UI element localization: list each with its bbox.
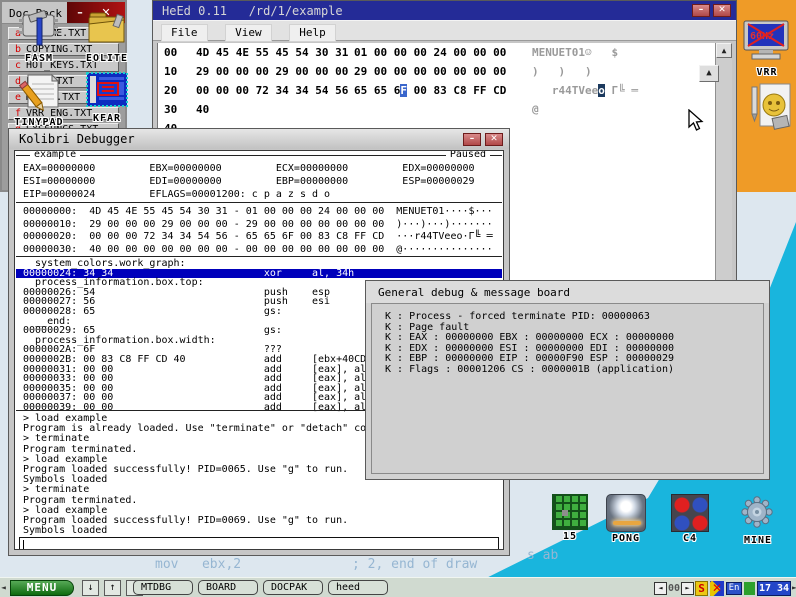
notepad-pencil-icon <box>16 72 62 112</box>
desktop-icon-fasm[interactable]: FASM <box>8 6 70 64</box>
icon-label: KFAR <box>76 113 138 124</box>
fasm-chip-icon <box>16 6 62 48</box>
board-line: K : Process - forced terminate PID: 0000… <box>385 312 763 323</box>
minimize-window-button[interactable]: ↓ <box>82 580 99 596</box>
task-button-docpak[interactable]: DOCPAK <box>263 580 323 595</box>
paint-document-icon <box>746 82 794 134</box>
board-line: K : EBP : 00000000 EIP : 00000F90 ESP : … <box>385 354 763 365</box>
heed-minimize-button[interactable]: – <box>692 4 710 17</box>
monitor-60hz-icon: 60Hz <box>741 20 793 62</box>
dump-line: 00000020: 00 00 00 72 34 34 54 56 - 65 6… <box>23 231 502 244</box>
desktop-icon-tinypad[interactable]: TINYPAD <box>8 72 70 128</box>
icon-label: C4 <box>664 533 716 544</box>
scroll-up-button[interactable]: ▲ <box>699 65 719 82</box>
register-line: EAX=00000000 EBX=00000000 ECX=00000000 E… <box>23 162 502 175</box>
program-name-label: example <box>30 150 80 161</box>
command-input[interactable] <box>19 537 499 550</box>
connect4-icon <box>671 494 709 532</box>
keyboard-layout-icon[interactable]: ✕ <box>710 581 724 596</box>
speaker-tray-icon[interactable]: S <box>695 581 708 596</box>
wallpaper-code-fragment: s ab <box>527 548 558 563</box>
pong-icon <box>606 494 646 532</box>
desktop-icon-kfar[interactable]: KFAR <box>76 72 138 124</box>
board-log-area: K : Process - forced terminate PID: 0000… <box>371 303 764 474</box>
folder-icon <box>84 6 130 48</box>
start-menu-button[interactable]: MENU <box>10 580 74 596</box>
desktop-icon-mine[interactable]: MINE <box>730 494 786 546</box>
desktop-icon-15[interactable]: 15 <box>544 494 596 542</box>
desktop-prev-button[interactable]: ◄ <box>654 582 667 595</box>
board-window: General debug & message board K : Proces… <box>365 280 770 480</box>
debugger-minimize-button[interactable]: – <box>463 133 481 146</box>
hex-row: 1029 00 00 00 29 00 00 0029 00 00 00 00 … <box>158 62 732 81</box>
kolibrios-desktop: mov ebx,2 ; 2, end of draw s ab FASM EOL… <box>0 0 796 597</box>
hex-row-with-cursor: 2000 00 00 72 34 34 54 56 65 65 6F 00 83… <box>158 81 732 100</box>
text-caret <box>23 540 24 550</box>
memory-dump-panel: 00000000: 4D 45 4E 55 45 54 30 31 - 01 0… <box>16 202 502 257</box>
icon-label: PONG <box>598 533 654 544</box>
debugger-title-bar[interactable]: Kolibri Debugger <box>9 129 509 149</box>
heed-menu-bar: File View Help <box>153 20 736 41</box>
registers-panel: example Paused EAX=00000000 EBX=00000000… <box>16 155 502 201</box>
desktop-icon-c4[interactable]: C4 <box>664 494 716 544</box>
hex-row: 3040@ <box>158 100 732 119</box>
taskbar-left-arrow-icon[interactable]: ◄ <box>1 583 6 592</box>
log-line: Symbols loaded <box>23 526 502 536</box>
scroll-up-icon[interactable]: ▲ <box>716 43 732 58</box>
taskbar: ◄ MENU ↓ ↑ MTDBG BOARD DOCPAK heed ◄ 00 … <box>0 577 796 597</box>
icon-label: EOLITE <box>76 53 138 64</box>
menu-item-file[interactable]: File <box>161 24 208 42</box>
desktop-number: 00 <box>668 583 680 594</box>
clock[interactable]: 17 34 <box>757 581 791 596</box>
register-line: EIP=00000024 EFLAGS=00001200: c p a z s … <box>23 188 502 201</box>
heed-title-bar[interactable]: HeEd 0.11 /rd/1/example <box>153 1 736 20</box>
status-badge: Paused <box>446 150 490 161</box>
task-button-board[interactable]: BOARD <box>198 580 258 595</box>
menu-item-help[interactable]: Help <box>289 24 336 42</box>
dump-line: 00000010: 29 00 00 00 29 00 00 00 - 29 0… <box>23 219 502 232</box>
hex-cursor[interactable]: F <box>400 84 407 97</box>
restore-window-button[interactable]: ↑ <box>104 580 121 596</box>
menu-item-view[interactable]: View <box>225 24 272 42</box>
minesweeper-gear-icon <box>739 494 777 530</box>
task-button-mtdbg[interactable]: MTDBG <box>133 580 193 595</box>
icon-label: MINE <box>730 535 786 546</box>
fifteen-puzzle-icon <box>552 494 588 530</box>
dump-line: 00000030: 40 00 00 00 00 00 00 00 - 00 0… <box>23 244 502 257</box>
heed-close-button[interactable]: ✕ <box>713 4 731 17</box>
board-line: K : Flags : 00001206 CS : 0000001B (appl… <box>385 365 763 376</box>
icon-label: 15 <box>544 531 596 542</box>
language-indicator[interactable]: En <box>726 582 742 595</box>
board-line: K : EAX : 00000000 EBX : 00000000 ECX : … <box>385 333 763 344</box>
icon-label: TINYPAD <box>8 117 70 128</box>
register-line: ESI=00000000 EDI=00000000 EBP=00000000 E… <box>23 175 502 188</box>
desktop-next-button[interactable]: ► <box>681 582 694 595</box>
desktop-icon-vrr[interactable]: 60Hz VRR <box>740 20 794 78</box>
wallpaper-code-text: mov ebx,2 <box>155 557 241 572</box>
mouse-cursor <box>688 109 705 132</box>
icon-label: FASM <box>8 53 70 64</box>
taskbar-right-arrow-icon[interactable]: ► <box>792 583 796 592</box>
desktop-icon-paint[interactable] <box>746 82 794 138</box>
desktop-icon-pong[interactable]: PONG <box>598 494 654 544</box>
debugger-close-button[interactable]: ✕ <box>485 133 503 146</box>
hex-row: 004D 45 4E 55 45 54 30 3101 00 00 00 24 … <box>158 43 732 62</box>
file-manager-icon <box>86 72 128 108</box>
wallpaper-code-comment: ; 2, end of draw <box>352 557 477 572</box>
dump-line: 00000000: 4D 45 4E 55 45 54 30 31 - 01 0… <box>23 206 502 219</box>
task-button-heed[interactable]: heed <box>328 580 388 595</box>
ascii-cursor: o <box>598 84 605 97</box>
desktop-icon-eolite[interactable]: EOLITE <box>76 6 138 64</box>
icon-label: VRR <box>740 67 794 78</box>
cpu-usage-indicator[interactable] <box>744 582 755 595</box>
board-title-bar[interactable]: General debug & message board <box>366 281 769 303</box>
